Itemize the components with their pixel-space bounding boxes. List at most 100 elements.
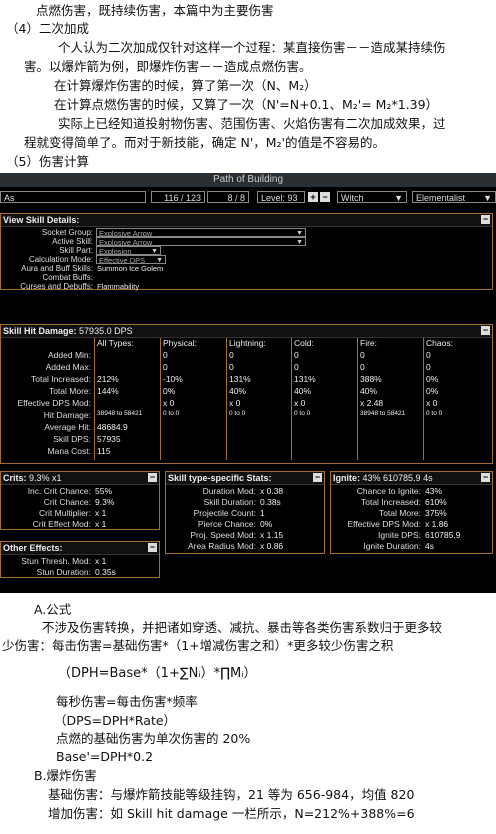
hit-damage-cell: -10% [163, 374, 183, 384]
section-heading: （5）伤害计算 [6, 154, 89, 169]
hit-damage-cell: x 0 [163, 398, 175, 408]
hit-damage-cell: 0 [229, 350, 234, 360]
skill-detail-label: Calculation Mode: [28, 255, 93, 264]
doc-paragraph: 在计算爆炸伤害的时候，算了第一次（N、M₂） [54, 78, 317, 93]
hit-damage-cell: 57935 [97, 434, 121, 444]
class-select[interactable]: Witch ▼ [337, 191, 407, 203]
other-label: Stun Thresh. Mod: [21, 556, 91, 566]
section-heading: （4）二次加成 [6, 21, 89, 36]
hit-damage-label: Average Hit: [44, 422, 91, 432]
hit-damage-cell: 0 [360, 350, 365, 360]
type-stats-label: Projectile Count: [193, 508, 256, 518]
chevron-down-icon: ▼ [483, 193, 492, 203]
hit-damage-label: Mana Cost: [47, 446, 91, 456]
skill-detail-label: Aura and Buff Skills: [21, 264, 93, 273]
doc-paragraph: 在计算点燃伤害的时候，又算了一次（N'=N+0.1、M₂'= M₂*1.39） [54, 97, 439, 112]
doc-paragraph: 个人认为二次加成仅针对这样一个过程：某直接伤害－－造成某持续伤 [58, 40, 446, 55]
pob-toolbar: As 116 / 123 8 / 8 Level: 93 + − Witch ▼ … [0, 190, 496, 206]
hit-damage-cell: 40% [294, 386, 312, 396]
skill-detail-row: Aura and Buff Skills: Summon Ice Golem [1, 264, 492, 273]
formula-dps: （DPS=DPH*Rate） [54, 713, 177, 728]
ignite-value: 43% [425, 486, 443, 496]
hit-damage-cell: 0% [426, 386, 439, 396]
skill-detail-dropdown[interactable]: Effective DPS ▼ [96, 255, 166, 265]
level-up-button[interactable]: + [308, 192, 318, 202]
passive-points: 116 / 123 [151, 191, 205, 203]
skill-detail-label: Active Skill: [52, 237, 93, 246]
other-value: x 1 [95, 556, 107, 566]
panel-title: Ignite: 43% 610785.9 4s − [331, 472, 492, 485]
collapse-icon[interactable]: − [481, 326, 490, 335]
skill-details-panel: View Skill Details: − Socket Group: Explos… [0, 213, 493, 291]
build-name-field[interactable]: As [0, 191, 146, 203]
skill-detail-dropdown[interactable]: Explosive Arrow ▼ [96, 228, 306, 238]
formula-dph: （DPH=Base*（1+∑Nᵢ）*∏Mᵢ） [58, 666, 257, 681]
other-value: 0.35s [95, 567, 116, 577]
grid-divider [357, 338, 358, 460]
hit-damage-panel: Skill Hit Damage: 57935.0 DPS − All Types… [0, 324, 493, 464]
hit-damage-cell: 212% [97, 374, 119, 384]
crits-value: 55% [95, 486, 113, 496]
ignite-label: Ignite DPS: [378, 530, 421, 540]
crits-label: Inc. Crit Chance: [27, 486, 91, 496]
collapse-icon[interactable]: − [148, 473, 157, 482]
type-stats-value: x 0.38 [260, 486, 284, 496]
ascendancy-points: 8 / 8 [207, 191, 249, 203]
collapse-icon[interactable]: − [148, 543, 157, 552]
hit-damage-cell: 0 [229, 362, 234, 372]
skill-detail-value: Summon Ice Golem [97, 264, 164, 273]
hit-damage-cell: 40% [360, 386, 378, 396]
window-title: Path of Building [0, 173, 496, 187]
hit-damage-label: Effective DPS Mod: [17, 398, 91, 408]
panel-title: Skill Hit Damage: 57935.0 DPS − [1, 325, 492, 338]
hit-damage-label: Total Increased: [30, 374, 91, 384]
level-field[interactable]: Level: 93 [257, 191, 305, 203]
collapse-icon[interactable]: − [481, 473, 490, 482]
type-stats-label: Pierce Chance: [197, 519, 256, 529]
level-down-button[interactable]: − [320, 192, 330, 202]
column-header: Cold: [294, 338, 314, 348]
skill-detail-dropdown[interactable]: Explosion ▼ [96, 246, 161, 256]
crits-value: 9.3% [95, 497, 115, 507]
formula-base: Base'=DPH*0.2 [56, 749, 154, 764]
hit-damage-cell: 0 to 0 [229, 410, 246, 417]
grid-divider [94, 338, 95, 460]
type-stats-value: x 0.86 [260, 541, 284, 551]
type-stats-label: Duration Mod: [202, 486, 256, 496]
type-stats-value: 1 [260, 508, 265, 518]
panel-title: Crits: 9.3% x1− [1, 472, 159, 485]
hit-damage-cell: 0 to 0 [426, 410, 443, 417]
collapse-icon[interactable]: − [481, 215, 490, 224]
ascendancy-select[interactable]: Elementalist ▼ [412, 191, 496, 203]
skill-detail-dropdown[interactable]: Explosive Arrow ▼ [96, 237, 306, 247]
hit-damage-label: Skill DPS: [53, 434, 91, 444]
section-heading: A.公式 [34, 602, 72, 617]
ignite-label: Total Increased: [360, 497, 421, 507]
type-stats-label: Area Radius Mod: [187, 541, 256, 551]
collapse-icon[interactable]: − [313, 473, 322, 482]
hit-damage-cell: 0 [294, 350, 299, 360]
hit-damage-cell: 131% [294, 374, 316, 384]
doc-paragraph: 不涉及伤害转换，并把诸如穿透、减抗、暴击等各类伤害系数归于更多较 [42, 620, 443, 635]
doc-line: 点燃伤害，既持续伤害，本篇中为主要伤害 [36, 3, 274, 18]
crits-value: x 1 [95, 519, 107, 529]
type-stats-value: 0% [260, 519, 273, 529]
other-label: Stun Duration: [36, 567, 91, 577]
type-stats-label: Skill Duration: [203, 497, 256, 507]
crits-value: x 1 [95, 508, 107, 518]
hit-damage-label: Hit Damage: [43, 410, 91, 420]
skill-detail-row: Skill Part: Explosion ▼ [1, 246, 492, 256]
skill-detail-row: Socket Group: Explosive Arrow ▼ [1, 228, 492, 238]
skill-detail-label: Skill Part: [59, 246, 93, 255]
hit-damage-cell: x 0 [426, 398, 438, 408]
doc-paragraph: 少伤害：每击伤害=基础伤害*（1+增减伤害之和）*更多较少伤害之积 [2, 638, 394, 653]
hit-damage-cell: 144% [97, 386, 119, 396]
column-header: All Types: [97, 338, 134, 348]
doc-paragraph: 程就变得简单了。而对于新技能，确定 N'，M₂'的值是不容易的。 [24, 135, 385, 150]
grid-divider [291, 338, 292, 460]
crits-panel: Crits: 9.3% x1− Inc. Crit Chance: 55% Crit… [0, 471, 160, 530]
ignite-value: x 1.86 [425, 519, 449, 529]
doc-line: 基础伤害：与爆炸箭技能等级挂钩，21 等为 656-984，均值 820 [48, 787, 415, 802]
hit-damage-label: Total More: [48, 386, 91, 396]
hit-damage-cell: x 0 [229, 398, 241, 408]
